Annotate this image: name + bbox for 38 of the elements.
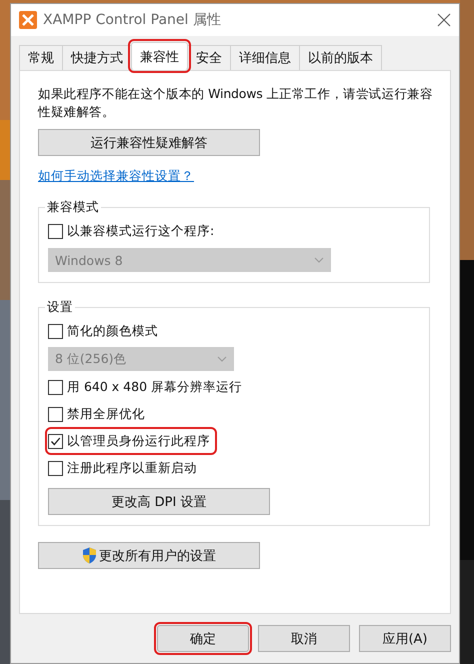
checkbox[interactable] (48, 324, 63, 338)
tab[interactable]: 安全 (187, 45, 231, 70)
checkbox[interactable] (48, 406, 63, 422)
tab[interactable]: 兼容性 (131, 42, 188, 70)
checkbox[interactable] (48, 434, 63, 448)
dialog-button[interactable]: 应用(A) (359, 625, 451, 652)
group-title: 兼容模式 (45, 199, 101, 216)
tab[interactable]: 快捷方式 (62, 45, 132, 70)
troubleshoot-button[interactable]: 运行兼容性疑难解答 (38, 129, 260, 156)
dpi-settings-button[interactable]: 更改高 DPI 设置 (48, 488, 270, 515)
checkbox-label: 以管理员身份运行此程序 (67, 432, 210, 450)
checkbox-row[interactable]: 禁用全屏优化 (48, 403, 149, 425)
chevron-down-icon (217, 356, 227, 362)
checkbox[interactable] (48, 380, 63, 394)
checkbox-row[interactable]: 以兼容模式运行这个程序: (48, 220, 218, 242)
help-link[interactable]: 如何手动选择兼容性设置？ (38, 168, 194, 185)
checkbox[interactable] (48, 460, 63, 476)
all-users-settings-button[interactable]: 更改所有用户的设置 (38, 542, 260, 569)
checkbox-row[interactable]: 用 640 x 480 屏幕分辨率运行 (48, 376, 246, 398)
dialog-button[interactable]: 取消 (258, 625, 350, 652)
checkbox-label: 用 640 x 480 屏幕分辨率运行 (67, 378, 242, 396)
checkbox-row[interactable]: 注册此程序以重新启动 (48, 457, 201, 479)
checkbox-row[interactable]: 简化的颜色模式 (48, 320, 162, 342)
app-icon (19, 11, 37, 29)
checkbox-label: 注册此程序以重新启动 (67, 460, 197, 476)
intro-text: 如果此程序不能在这个版本的 Windows 上正常工作，请尝试运行兼容性疑难解答。 (38, 85, 434, 121)
checkbox-label: 简化的颜色模式 (67, 322, 158, 340)
checkbox-label: 禁用全屏优化 (67, 406, 145, 422)
tab[interactable]: 常规 (19, 45, 63, 70)
dialog-button[interactable]: 确定 (157, 625, 249, 652)
close-icon[interactable] (437, 13, 451, 27)
checkbox-row[interactable]: 以管理员身份运行此程序 (48, 430, 214, 452)
tab[interactable]: 以前的版本 (299, 45, 382, 70)
checkbox[interactable] (48, 224, 63, 238)
window-title: XAMPP Control Panel 属性 (43, 11, 222, 29)
shield-icon (82, 547, 97, 564)
checkbox-label: 以兼容模式运行这个程序: (67, 222, 214, 240)
chevron-down-icon (314, 257, 324, 263)
